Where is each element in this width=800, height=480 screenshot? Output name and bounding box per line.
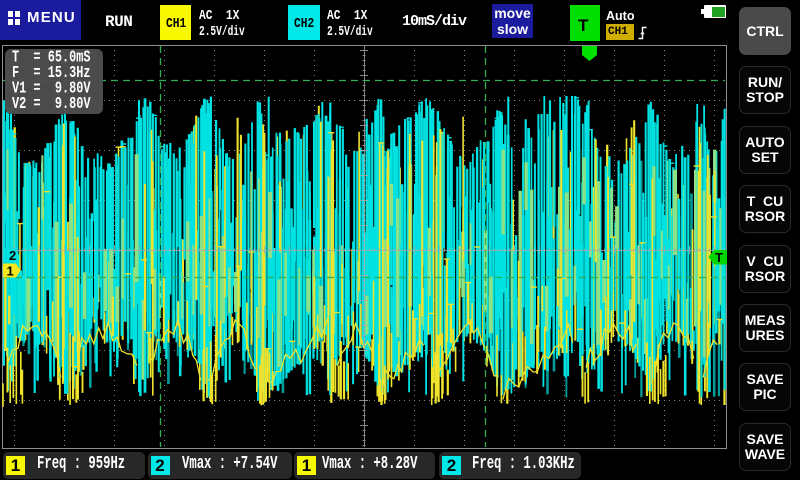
svg-text:2: 2: [9, 248, 16, 263]
svg-text:T: T: [715, 250, 723, 265]
svg-text:1: 1: [7, 264, 14, 279]
